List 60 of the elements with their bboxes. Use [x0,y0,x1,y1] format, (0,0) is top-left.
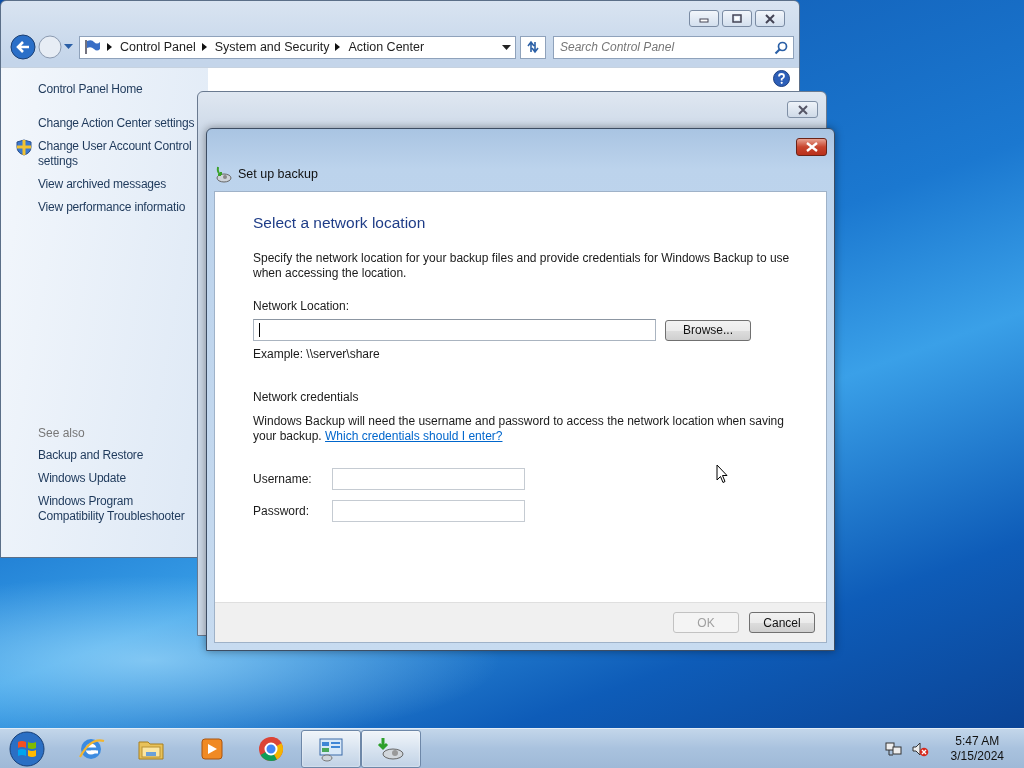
search-icon [774,40,788,55]
sidebar-link[interactable]: Change User Account Control settings [38,139,200,169]
shield-icon [16,139,32,156]
flag-icon [83,39,101,55]
field-label: Username: [253,472,313,486]
maximize-icon [731,13,743,24]
help-icon[interactable] [773,70,790,87]
breadcrumb-item[interactable]: Control Panel [120,40,196,54]
clock[interactable]: 5:47 AM 3/15/2024 [950,733,1004,764]
see-also-heading: See also [38,426,86,440]
taskbar-button[interactable] [301,729,361,768]
page-heading: Select a network location [253,214,427,232]
sidebar-link[interactable]: View performance informatio [38,200,200,215]
clock-date: 3/15/2024 [950,748,1004,764]
clock-time: 5:47 AM [955,733,1000,749]
cancel-button[interactable]: Cancel [749,612,815,633]
network-location-field[interactable] [253,319,656,341]
chevron-icon [335,43,341,51]
minimize-button[interactable] [689,10,719,27]
dialog-title: Set up backup [238,167,318,181]
sidebar-link[interactable]: Change Action Center settings [38,116,200,131]
taskbar-button[interactable] [361,729,421,768]
sidebar-link[interactable]: View archived messages [38,177,200,192]
breadcrumb-item[interactable]: Action Center [348,40,425,54]
sidebar-link[interactable]: Windows Program Compatibility Troubleshooter [38,494,200,524]
refresh-icon [525,40,541,54]
help-link[interactable]: Which credentials should I enter? [325,429,503,443]
address-bar[interactable]: Control Panel System and Security Action Center [79,35,516,59]
refresh-button[interactable] [520,35,546,59]
maximize-button[interactable] [722,10,752,27]
ring-logo-icon [257,734,285,763]
example-text: Example: \\server\share [253,347,381,361]
network-icon[interactable] [884,740,903,757]
credentials-text: Windows Backup will need the username and password to access the network location when saving your backup. Which credentials should I enter? [253,414,785,444]
field-label: Password: [253,504,311,518]
sidebar-link[interactable]: Control Panel Home [38,82,200,97]
breadcrumb-item[interactable]: System and Security [214,40,330,54]
chevron-icon [201,43,207,51]
close-icon [763,13,777,24]
muted-speaker-icon[interactable] [910,740,929,757]
disk-icon [214,165,232,183]
sidebar-link[interactable]: Backup and Restore [38,448,200,463]
close-button[interactable] [796,138,827,156]
close-button[interactable] [787,101,818,118]
chevron-icon [107,43,112,51]
instruction-text: Specify the network location for your backup files and provide credentials for Windows Backup to use when accessing the location. [253,251,791,281]
back-button[interactable] [10,34,36,60]
field-label: Network Location: [253,299,351,313]
text-field[interactable] [332,500,525,522]
pointer-icon [716,464,728,484]
browse-button[interactable]: Browse... [665,319,751,341]
section-heading: Network credentials [253,390,360,404]
text-field[interactable] [332,468,525,490]
close-button[interactable] [755,10,785,27]
dropdown-caret-icon[interactable] [502,44,511,50]
search-field[interactable]: Search Control Panel [553,35,794,59]
sidebar-link[interactable]: Windows Update [38,471,200,486]
close-icon [805,142,818,152]
windows-logo-icon [9,730,45,767]
close-icon [795,104,810,115]
